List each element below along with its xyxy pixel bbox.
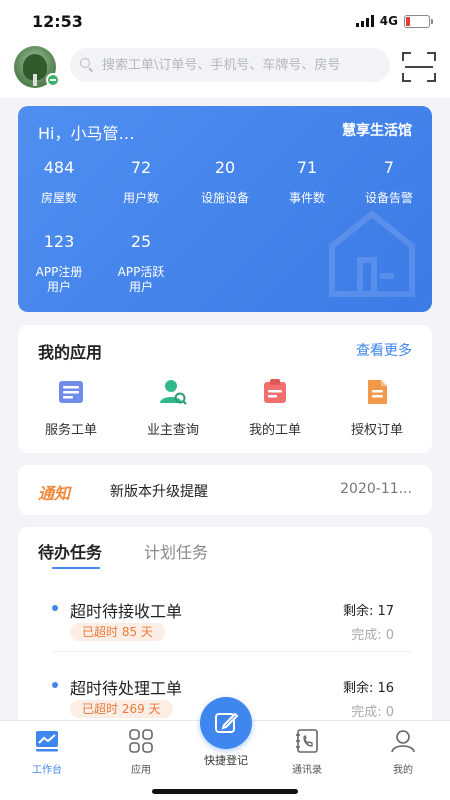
divider	[52, 651, 412, 652]
stat-value: 123	[43, 232, 75, 251]
tab-label: 工作台	[32, 765, 62, 776]
notice-date: 2020-11...	[340, 481, 412, 497]
stat-alarms[interactable]: 7 设备告警	[348, 158, 430, 206]
signal-icon	[355, 15, 374, 27]
stat-label: APP活跃 用户	[117, 265, 165, 294]
stat-users[interactable]: 72 用户数	[100, 158, 182, 206]
task-done: 完成: 0	[351, 628, 394, 643]
overdue-badge: 已超时 269 天	[70, 700, 173, 718]
owner-search-icon	[158, 377, 188, 407]
tab-todo-tasks[interactable]: 待办任务	[38, 539, 102, 563]
apps-grid-icon	[128, 729, 154, 753]
stat-label: 设施设备	[200, 191, 249, 205]
house-watermark-icon	[329, 210, 415, 297]
network-type: 4G	[379, 14, 398, 28]
stat-label: 设备告警	[364, 191, 413, 205]
tab-profile[interactable]: 我的	[368, 729, 438, 776]
battery-icon	[404, 14, 433, 28]
stat-value: 25	[130, 232, 152, 251]
overdue-badge: 已超时 85 天	[70, 623, 165, 641]
tab-label: 我的	[393, 765, 413, 776]
stat-value: 72	[130, 158, 152, 177]
stat-value: 71	[296, 158, 318, 177]
search-bar[interactable]	[70, 48, 390, 82]
stat-label: 事件数	[288, 191, 325, 205]
task-remaining: 剩余: 16	[342, 681, 394, 696]
app-owner-search[interactable]: 业主查询	[128, 377, 218, 438]
task-title: 超时待接收工单	[70, 602, 183, 621]
notice-tag: 通知	[38, 484, 71, 503]
tab-label: 通讯录	[292, 765, 322, 776]
stat-houses[interactable]: 484 房屋数	[18, 158, 100, 206]
online-badge-icon	[46, 73, 60, 87]
my-apps-card: 我的应用 查看更多 服务工单 业主查询 我的工单 授权订单	[18, 325, 432, 453]
app-my-order[interactable]: 我的工单	[230, 377, 320, 438]
community-name[interactable]: 慧享生活馆	[342, 120, 412, 140]
tab-label: 应用	[131, 765, 151, 776]
stat-label: 用户数	[122, 191, 159, 205]
contacts-icon	[294, 729, 320, 753]
status-indicators: 4G	[355, 14, 433, 28]
search-icon	[80, 58, 94, 72]
stat-label: 房屋数	[40, 191, 77, 205]
tab-planned-tasks[interactable]: 计划任务	[144, 539, 208, 563]
header	[0, 40, 450, 98]
task-dot-icon	[52, 605, 58, 611]
status-bar: 12:53 4G	[0, 0, 450, 40]
stats-card: Hi，小马管… 慧享生活馆 484 房屋数 72 用户数 20 设施设备 71 …	[18, 106, 432, 312]
app-label: 我的工单	[248, 423, 301, 438]
stat-app-registered[interactable]: 123 APP注册 用户	[18, 232, 100, 295]
app-service-order[interactable]: 服务工单	[26, 377, 116, 438]
view-more-link[interactable]: 查看更多	[356, 340, 412, 360]
task-item[interactable]: 超时待接收工单 已超时 85 天 剩余: 17 完成: 0	[18, 591, 432, 651]
service-order-icon	[56, 377, 86, 407]
app-label: 授权订单	[350, 423, 403, 438]
stat-events[interactable]: 71 事件数	[266, 158, 348, 206]
task-dot-icon	[52, 682, 58, 688]
app-label: 服务工单	[44, 423, 97, 438]
tab-workbench[interactable]: 工作台	[12, 729, 82, 776]
app-authorized-order[interactable]: 授权订单	[332, 377, 422, 438]
my-order-icon	[260, 377, 290, 407]
profile-icon	[390, 729, 416, 753]
dashboard-icon	[34, 729, 60, 753]
stat-facilities[interactable]: 20 设施设备	[184, 158, 266, 206]
stat-value: 7	[383, 158, 395, 177]
status-time: 12:53	[32, 12, 83, 31]
quick-register-label[interactable]: 快捷登记	[180, 752, 272, 768]
authorized-order-icon	[362, 377, 392, 407]
app-label: 业主查询	[146, 423, 199, 438]
scan-icon[interactable]	[402, 52, 436, 82]
home-indicator	[152, 789, 298, 794]
greeting: Hi，小马管…	[38, 124, 135, 143]
task-title: 超时待处理工单	[70, 679, 183, 698]
tab-apps[interactable]: 应用	[106, 729, 176, 776]
task-done: 完成: 0	[351, 705, 394, 720]
tab-underline	[52, 567, 100, 569]
search-input[interactable]	[102, 57, 382, 73]
notice-text: 新版本升级提醒	[110, 484, 208, 500]
stat-value: 20	[214, 158, 236, 177]
apps-title: 我的应用	[38, 343, 103, 362]
tab-contacts[interactable]: 通讯录	[272, 729, 342, 776]
stat-value: 484	[43, 158, 75, 177]
stat-app-active[interactable]: 25 APP活跃 用户	[100, 232, 182, 295]
edit-icon	[215, 712, 239, 733]
quick-register-button[interactable]	[200, 697, 252, 749]
task-remaining: 剩余: 17	[342, 604, 394, 619]
stat-label: APP注册 用户	[35, 265, 83, 294]
notice-card[interactable]: 通知 新版本升级提醒 2020-11...	[18, 465, 432, 515]
